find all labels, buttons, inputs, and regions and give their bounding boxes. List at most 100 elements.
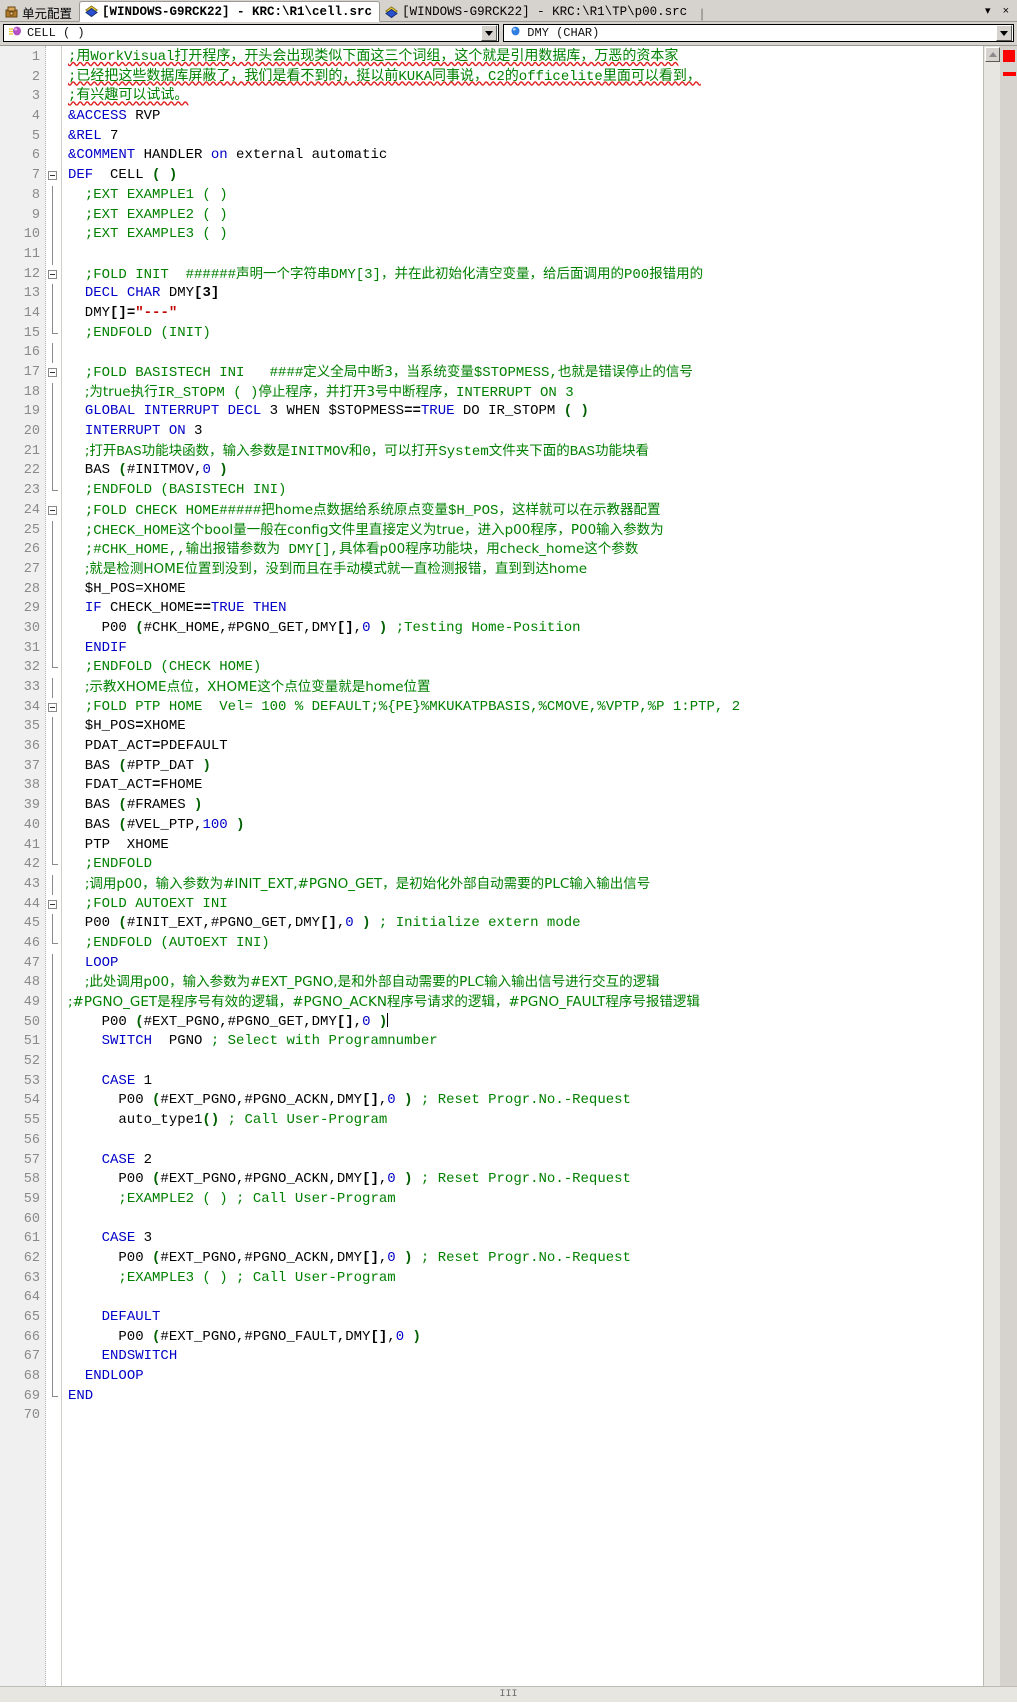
module-selector-combo[interactable]: CELL ( ) [3,24,500,42]
code-line[interactable]: P00 (#EXT_PGNO,#PGNO_ACKN,DMY[],0 ) ; Re… [62,1091,983,1111]
code-line[interactable]: PTP XHOME [62,836,983,856]
code-line[interactable]: ;ENDFOLD (AUTOEXT INI) [62,934,983,954]
fold-marker-cell[interactable] [46,265,61,285]
code-line[interactable]: &ACCESS RVP [62,107,983,127]
code-line[interactable]: BAS (#VEL_PTP,100 ) [62,816,983,836]
fold-collapse-icon[interactable] [48,368,57,377]
fold-marker-cell[interactable] [46,363,61,383]
code-line[interactable]: ;CHECK_HOME这个bool量一般在config文件里直接定义为true，… [62,521,983,541]
code-line[interactable]: CASE 3 [62,1229,983,1249]
module-selector-dropdown-arrow[interactable] [481,25,498,41]
code-line[interactable]: P00 (#EXT_PGNO,#PGNO_ACKN,DMY[],0 ) ; Re… [62,1170,983,1190]
code-line[interactable]: ;用WorkVisual打开程序，开头会出现类似下面这三个词组，这个就是引用数据… [62,48,983,68]
vertical-scrollbar[interactable] [983,46,1000,1702]
code-line[interactable]: ;#CHK_HOME,,输出报错参数为 DMY[],具体看p00程序功能块，用c… [62,540,983,560]
code-line[interactable]: ;EXT EXAMPLE1 ( ) [62,186,983,206]
code-line[interactable]: ;FOLD AUTOEXT INI [62,895,983,915]
fold-marker-cell[interactable] [46,166,61,186]
code-line[interactable]: PDAT_ACT=PDEFAULT [62,737,983,757]
fold-marker-cell[interactable] [46,698,61,718]
code-line[interactable] [62,1131,983,1151]
code-line[interactable]: P00 (#CHK_HOME,#PGNO_GET,DMY[],0 ) ;Test… [62,619,983,639]
code-line[interactable] [62,343,983,363]
tab-cell-src[interactable]: [WINDOWS-G9RCK22] - KRC:\R1\cell.src [79,1,381,22]
fold-collapse-icon[interactable] [48,269,57,279]
code-line[interactable]: DMY[]="---" [62,304,983,324]
code-line[interactable]: P00 (#INIT_EXT,#PGNO_GET,DMY[],0 ) ; Ini… [62,914,983,934]
variable-selector-combo[interactable]: DMY (CHAR) [503,24,1014,42]
code-line[interactable]: FDAT_ACT=FHOME [62,776,983,796]
code-line[interactable]: ;示教XHOME点位，XHOME这个点位变量就是home位置 [62,678,983,698]
code-line[interactable]: P00 (#EXT_PGNO,#PGNO_ACKN,DMY[],0 ) ; Re… [62,1249,983,1269]
tab-cell-config[interactable]: 单元配置 [0,2,79,22]
code-line[interactable]: ;#PGNO_GET是程序号有效的逻辑，#PGNO_ACKN程序号请求的逻辑，#… [62,993,983,1013]
error-marker-square[interactable] [1003,50,1015,62]
close-icon[interactable]: × [1003,5,1009,17]
code-line[interactable]: &COMMENT HANDLER on external automatic [62,146,983,166]
code-line[interactable]: DEFAULT [62,1308,983,1328]
horizontal-scrollbar-grip[interactable]: III [499,1689,517,1700]
code-line[interactable]: ;ENDFOLD (BASISTECH INI) [62,481,983,501]
code-line[interactable]: ;打开BAS功能块函数，输入参数是INITMOV和0，可以打开System文件夹… [62,442,983,462]
code-line[interactable]: BAS (#INITMOV,0 ) [62,461,983,481]
code-line[interactable]: ;有兴趣可以试试。 [62,87,983,107]
code-line[interactable]: ;EXAMPLE2 ( ) ; Call User-Program [62,1190,983,1210]
code-text-area[interactable]: ;用WorkVisual打开程序，开头会出现类似下面这三个词组，这个就是引用数据… [62,46,983,1702]
code-line[interactable] [62,1210,983,1230]
scroll-up-button[interactable] [985,47,1000,62]
fold-marker-cell[interactable] [46,895,61,915]
tab-list-dropdown-icon[interactable]: ▾ [985,5,991,17]
code-line[interactable]: END [62,1387,983,1407]
code-line[interactable]: CASE 2 [62,1151,983,1171]
code-line[interactable]: ;ENDFOLD [62,855,983,875]
fold-collapse-icon[interactable] [48,171,57,181]
code-editor[interactable]: 1 2 3 4 5 6 7 8 9 10 11 12 13 14 15 16 17 18 19 20 21 22 23 24 2… [0,45,1017,1702]
code-line[interactable]: ;ENDFOLD (CHECK HOME) [62,658,983,678]
fold-collapse-icon[interactable] [48,899,57,909]
code-line[interactable]: $H_POS=XHOME [62,717,983,737]
code-line[interactable]: ;ENDFOLD (INIT) [62,324,983,344]
code-line[interactable]: ;FOLD PTP HOME Vel= 100 % DEFAULT;%{PE}%… [62,698,983,718]
code-line[interactable]: ENDLOOP [62,1367,983,1387]
code-line[interactable]: P00 (#EXT_PGNO,#PGNO_GET,DMY[],0 ) [62,1012,983,1033]
code-line[interactable]: ;FOLD CHECK HOME#####把home点数据给系统原点变量$H_P… [62,501,983,521]
code-line[interactable]: ;为true执行IR_STOPM ( )停止程序，并打开3号中断程序，INTER… [62,383,983,403]
variable-selector-dropdown-arrow[interactable] [996,25,1012,41]
code-line[interactable]: DECL CHAR DMY[3] [62,284,983,304]
code-line[interactable]: BAS (#FRAMES ) [62,796,983,816]
error-marker-column[interactable] [1000,46,1017,1702]
code-line[interactable]: ;EXT EXAMPLE2 ( ) [62,206,983,226]
code-line[interactable]: ;FOLD BASISTECH INI ####定义全局中断3，当系统变量$ST… [62,363,983,383]
code-line[interactable]: ;调用p00，输入参数为#INIT_EXT,#PGNO_GET，是初始化外部自动… [62,875,983,895]
code-line[interactable]: BAS (#PTP_DAT ) [62,757,983,777]
code-line[interactable]: ;EXAMPLE3 ( ) ; Call User-Program [62,1269,983,1289]
tab-p00-src[interactable]: [WINDOWS-G9RCK22] - KRC:\R1\TP\p00.src [380,2,694,22]
code-line[interactable] [62,1052,983,1072]
code-line[interactable] [62,1288,983,1308]
code-line[interactable]: ENDSWITCH [62,1347,983,1367]
code-line[interactable]: GLOBAL INTERRUPT DECL 3 WHEN $STOPMESS==… [62,402,983,422]
code-line[interactable] [62,245,983,265]
horizontal-scrollbar[interactable]: III [0,1686,1017,1702]
code-line[interactable]: ;此处调用p00，输入参数为#EXT_PGNO,是和外部自动需要的PLC输入输出… [62,973,983,993]
code-line[interactable]: P00 (#EXT_PGNO,#PGNO_FAULT,DMY[],0 ) [62,1328,983,1348]
code-line[interactable]: DEF CELL ( ) [62,166,983,186]
code-line[interactable]: ENDIF [62,639,983,659]
code-line[interactable]: ;FOLD INIT ######声明一个字符串DMY[3]，并在此初始化清空变… [62,265,983,285]
code-line[interactable]: ;已经把这些数据库屏蔽了，我们是看不到的，挺以前KUKA同事说，C2的offic… [62,68,983,88]
code-line[interactable]: INTERRUPT ON 3 [62,422,983,442]
code-line[interactable]: SWITCH PGNO ; Select with Programnumber [62,1032,983,1052]
code-line[interactable]: auto_type1() ; Call User-Program [62,1111,983,1131]
code-line[interactable]: ;EXT EXAMPLE3 ( ) [62,225,983,245]
code-line[interactable] [62,1406,983,1426]
code-line[interactable]: IF CHECK_HOME==TRUE THEN [62,599,983,619]
code-line[interactable]: $H_POS=XHOME [62,580,983,600]
code-line[interactable]: ;就是检测HOME位置到没到，没到而且在手动模式就一直检测报错，直到到达home [62,560,983,580]
error-marker-bar[interactable] [1003,72,1016,76]
fold-collapse-icon[interactable] [48,505,57,515]
code-folding-column[interactable] [46,46,62,1702]
code-line[interactable]: CASE 1 [62,1072,983,1092]
fold-collapse-icon[interactable] [48,702,57,712]
code-line[interactable]: &REL 7 [62,127,983,147]
code-line[interactable]: LOOP [62,954,983,974]
